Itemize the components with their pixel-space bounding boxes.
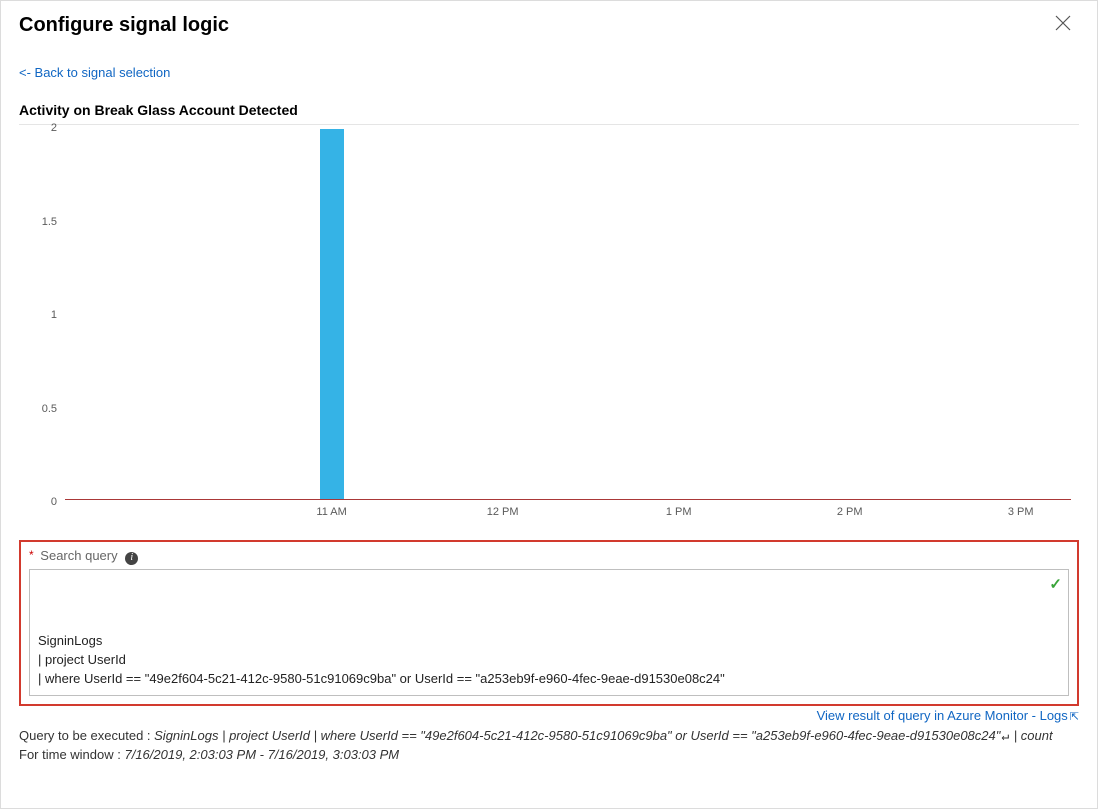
- panel-header: Configure signal logic: [19, 11, 1079, 37]
- chart-x-tick: 2 PM: [837, 506, 863, 518]
- chart-y-tick: 1.5: [42, 216, 57, 228]
- panel-title: Configure signal logic: [19, 14, 229, 37]
- chart-y-tick: 0: [51, 496, 57, 508]
- close-icon[interactable]: [1047, 13, 1079, 37]
- chart-x-axis-line: [65, 499, 1071, 500]
- query-exec-query: SigninLogs | project UserId | where User…: [154, 728, 1000, 743]
- search-query-line: | project UserId: [38, 651, 1042, 670]
- search-query-section: * Search query i ✓ SigninLogs| project U…: [19, 540, 1079, 706]
- chart-bar: [320, 129, 344, 499]
- chart-y-axis: 00.511.52: [19, 128, 63, 502]
- query-execution-info: Query to be executed : SigninLogs | proj…: [19, 727, 1079, 766]
- search-query-line: SigninLogs: [38, 632, 1042, 651]
- search-query-line: | where UserId == "49e2f604-5c21-412c-95…: [38, 670, 1042, 689]
- view-result-row: View result of query in Azure Monitor - …: [19, 708, 1079, 723]
- chart-y-tick: 1: [51, 309, 57, 321]
- configure-signal-logic-panel: Configure signal logic <- Back to signal…: [0, 0, 1098, 809]
- info-icon[interactable]: i: [125, 552, 138, 565]
- time-window-label: For time window :: [19, 747, 124, 762]
- enter-symbol-icon: ↵: [1000, 729, 1010, 744]
- chart-x-axis: 11 AM 12 PM 1 PM 2 PM 3 PM: [65, 506, 1071, 524]
- chart-y-tick: 0.5: [42, 403, 57, 415]
- chart-x-tick: 1 PM: [666, 506, 692, 518]
- search-query-input[interactable]: ✓ SigninLogs| project UserId| where User…: [29, 569, 1069, 696]
- external-link-icon: ⇱: [1070, 711, 1079, 723]
- signal-chart: 0 0.5 1 1.5 2 11 AM 12 PM 1 PM 2 PM 3 PM: [19, 124, 1079, 532]
- search-query-label: Search query: [40, 548, 117, 563]
- chart-x-tick: 3 PM: [1008, 506, 1034, 518]
- query-exec-suffix: | count: [1010, 728, 1052, 743]
- time-window-value: 7/16/2019, 2:03:03 PM - 7/16/2019, 3:03:…: [124, 747, 399, 762]
- chart-plot-area: [65, 130, 1071, 500]
- chart-x-tick: 11 AM: [316, 506, 346, 518]
- search-query-label-row: * Search query i: [29, 548, 1069, 565]
- query-valid-check-icon: ✓: [1049, 574, 1062, 596]
- chart-x-tick: 12 PM: [487, 506, 519, 518]
- panel-content: Configure signal logic <- Back to signal…: [1, 1, 1097, 765]
- signal-name: Activity on Break Glass Account Detected: [19, 102, 1079, 118]
- required-star-icon: *: [29, 548, 34, 562]
- view-result-in-logs-link[interactable]: View result of query in Azure Monitor - …: [817, 708, 1068, 723]
- query-exec-label: Query to be executed :: [19, 728, 154, 743]
- back-to-signal-selection-link[interactable]: <- Back to signal selection: [19, 65, 170, 80]
- chart-y-tick: 2: [51, 122, 57, 134]
